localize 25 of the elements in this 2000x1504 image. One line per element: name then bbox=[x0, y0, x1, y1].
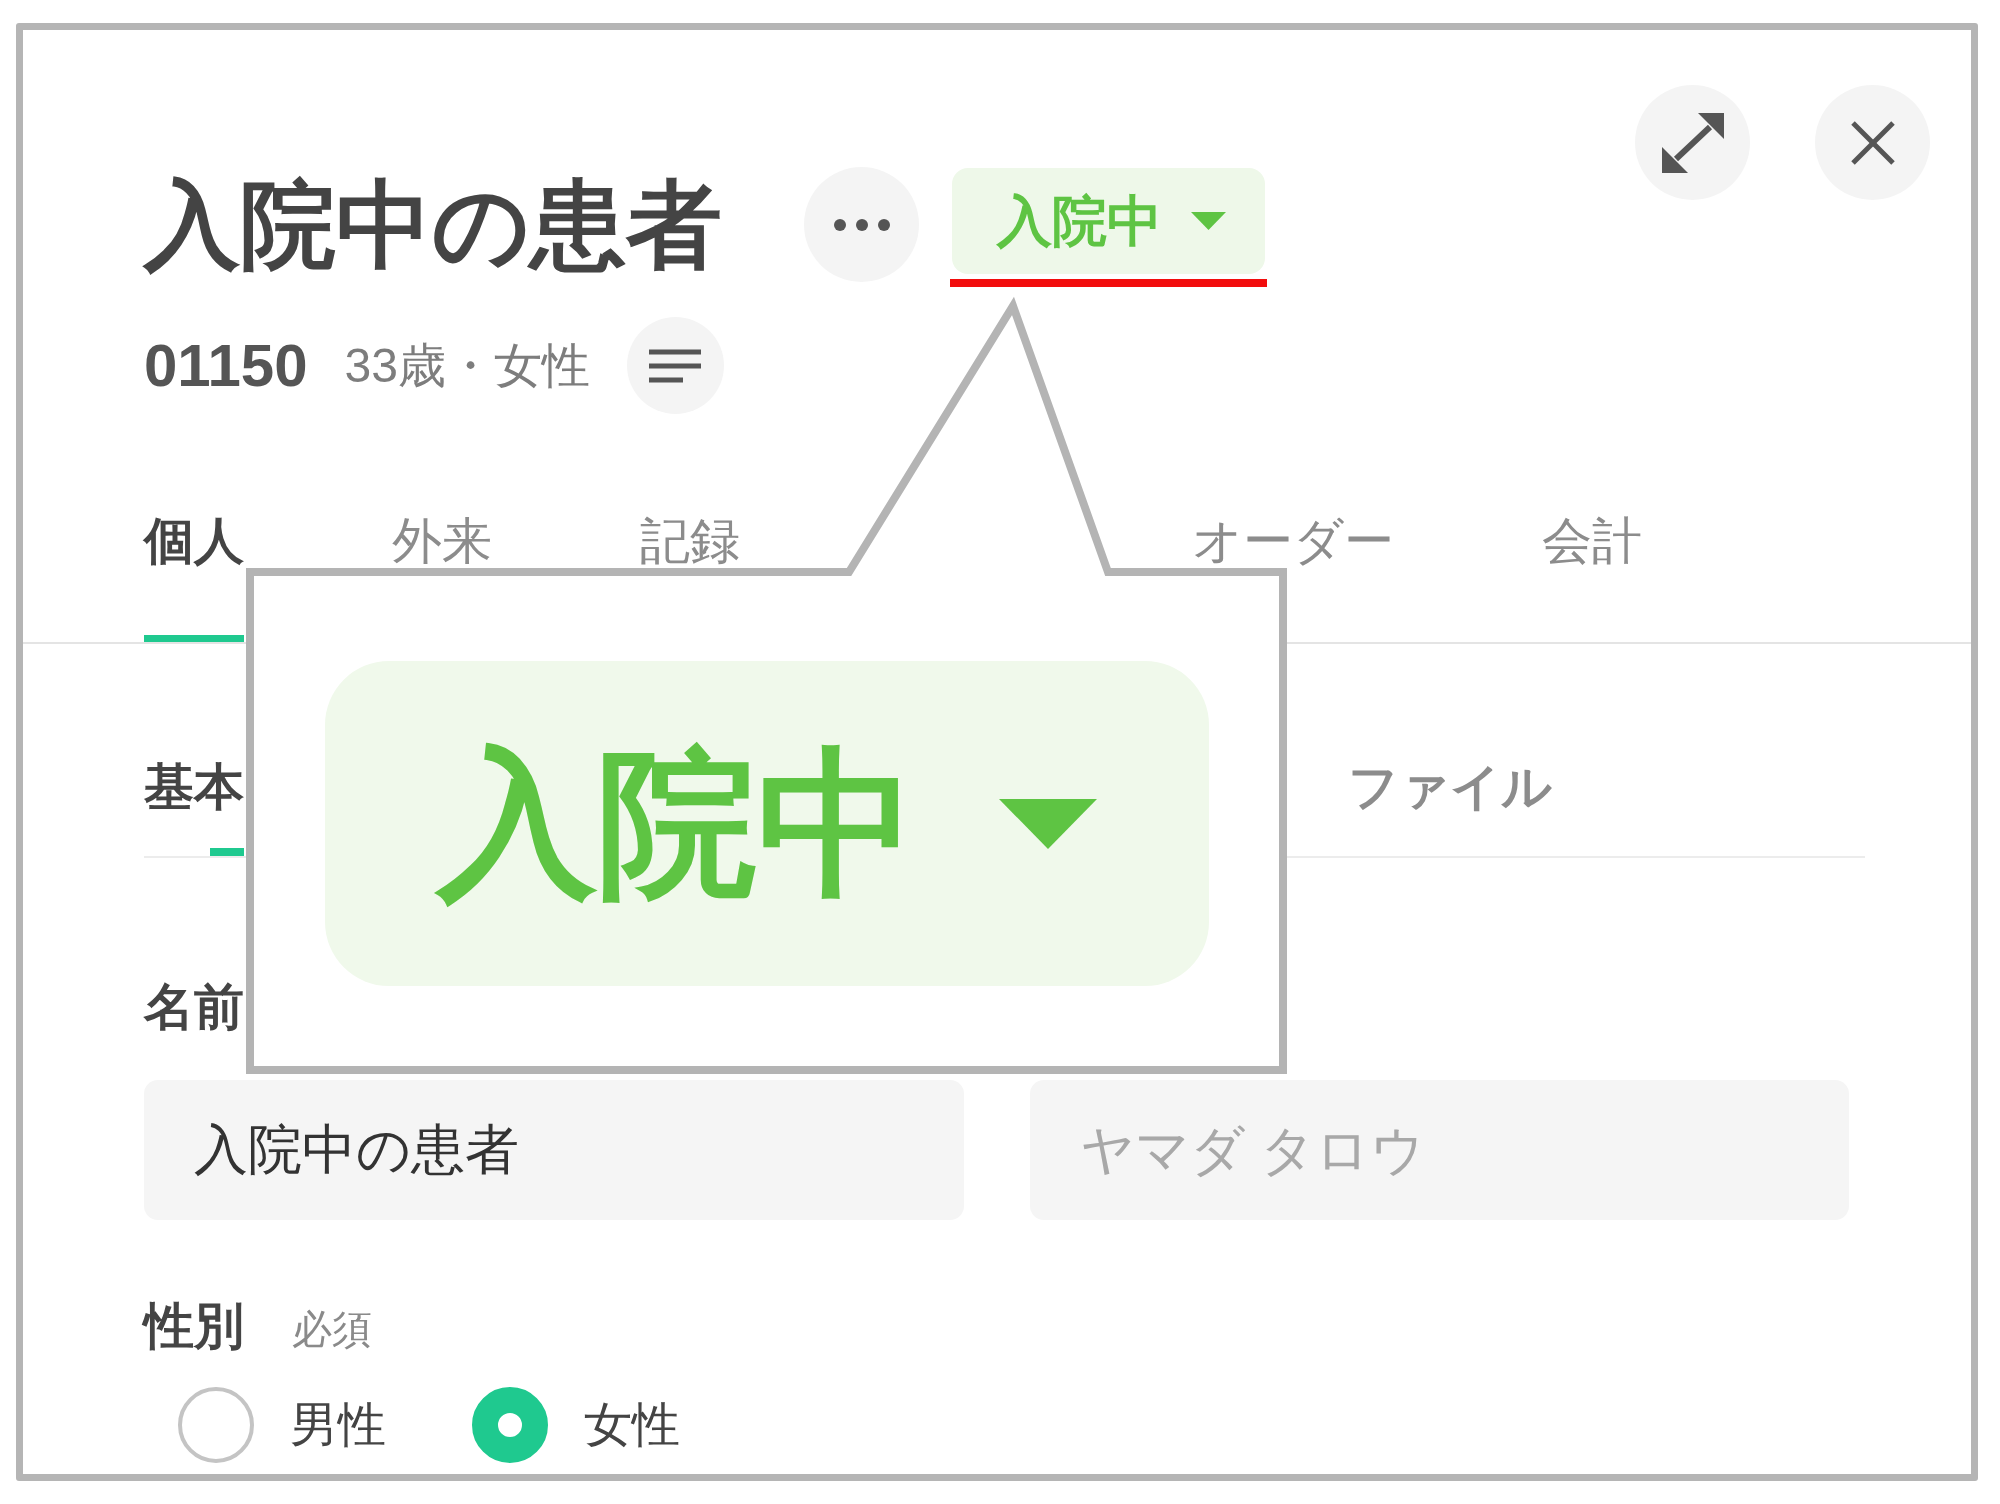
caret-down-icon bbox=[1191, 212, 1226, 230]
caret-down-icon bbox=[999, 798, 1097, 849]
active-sub-tab-underline bbox=[210, 848, 244, 856]
tab[interactable]: 会計 bbox=[1542, 516, 1642, 566]
field-label: 名前 bbox=[144, 982, 244, 1032]
more-icon bbox=[833, 218, 890, 231]
patient-name-title: 入院中の患者 bbox=[144, 177, 722, 273]
text-lines-icon bbox=[649, 348, 702, 383]
tab[interactable]: オーダー bbox=[1192, 516, 1394, 566]
expand-icon bbox=[1661, 112, 1724, 173]
radio-label[interactable]: 男性 bbox=[290, 1401, 386, 1449]
patient-id: 01150 bbox=[144, 335, 308, 396]
status-dropdown[interactable]: 入院中 bbox=[952, 168, 1265, 274]
tab[interactable]: 個人 bbox=[144, 516, 244, 566]
field-label: 性別 bbox=[144, 1301, 244, 1351]
kana-input[interactable]: ヤマダ タロウ bbox=[1029, 1080, 1849, 1220]
sub-tab[interactable]: ファイル bbox=[1348, 762, 1552, 812]
patient-age-sex: 33歳・女性 bbox=[344, 341, 590, 390]
required-text: 必須 bbox=[292, 1309, 372, 1349]
tab[interactable]: 外来 bbox=[392, 516, 492, 566]
name-input[interactable]: 入院中の患者 bbox=[144, 1080, 964, 1220]
radio-label[interactable]: 女性 bbox=[584, 1401, 680, 1449]
sub-tab[interactable]: 基本 bbox=[144, 762, 244, 812]
close-icon bbox=[1849, 119, 1896, 166]
tab[interactable]: 記録 bbox=[640, 516, 740, 566]
